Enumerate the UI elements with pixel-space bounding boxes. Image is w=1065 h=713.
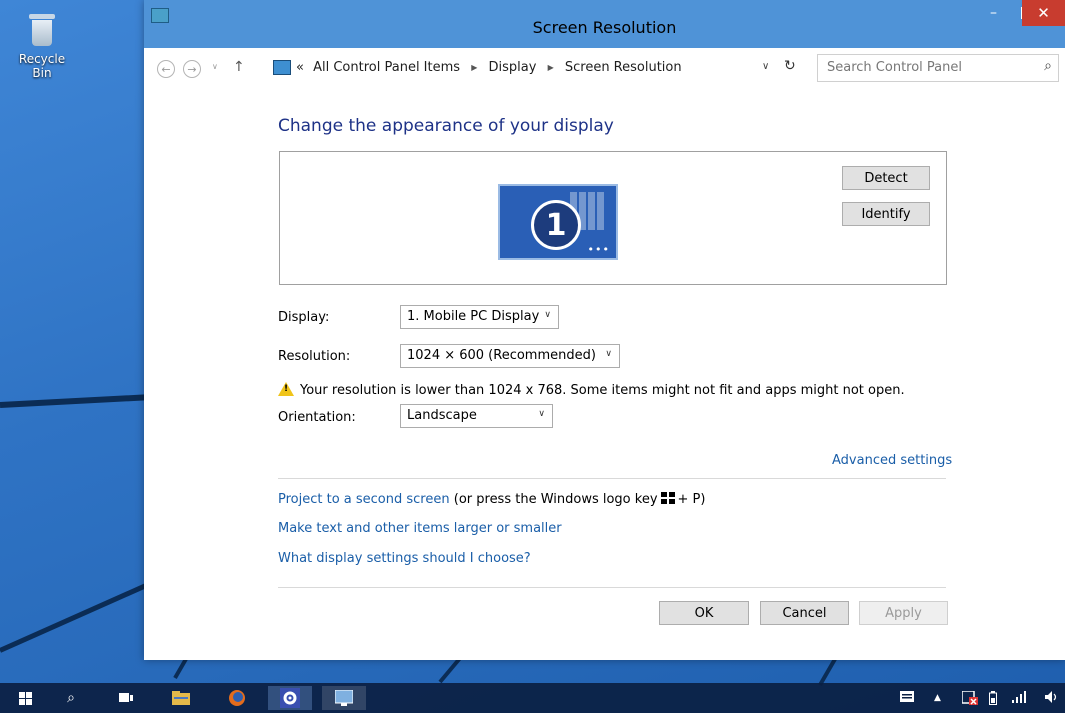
display-icon [335, 690, 353, 706]
monitor-number-badge: 1 [531, 200, 581, 250]
signal-strength-icon[interactable] [1012, 691, 1028, 706]
chevron-down-icon: ∨ [544, 310, 551, 320]
display-help-link[interactable]: What display settings should I choose? [278, 551, 531, 566]
up-button[interactable]: ↑ [233, 59, 245, 75]
project-hint-shortcut: + P) [677, 492, 706, 507]
divider [278, 587, 946, 588]
screen-resolution-window: Screen Resolution – ✕ ← → ∨ ↑ « All Cont… [144, 0, 1065, 660]
apply-button[interactable]: Apply [859, 601, 948, 625]
windows-logo-icon [18, 691, 32, 705]
desktop-streak [0, 583, 148, 653]
breadcrumb-all-control-panel-items[interactable]: All Control Panel Items [313, 60, 460, 75]
warning-text: Your resolution is lower than 1024 x 768… [300, 383, 905, 398]
breadcrumb-screen-resolution[interactable]: Screen Resolution [565, 60, 682, 75]
refresh-icon[interactable]: ↻ [784, 58, 796, 74]
advanced-settings-link[interactable]: Advanced settings [832, 453, 952, 468]
breadcrumb-separator-icon[interactable]: ▶ [548, 63, 554, 72]
recycle-bin-label: Recycle Bin [18, 52, 66, 80]
project-row: Project to a second screen (or press the… [278, 491, 705, 507]
warning-icon [278, 382, 294, 396]
detect-button[interactable]: Detect [842, 166, 930, 190]
monitor-1-tile[interactable]: 1 ••• [498, 184, 618, 260]
address-bar: ← → ∨ ↑ « All Control Panel Items ▶ Disp… [144, 54, 1065, 84]
chevron-down-icon: ∨ [538, 409, 545, 419]
show-hidden-icons-icon[interactable]: ▲ [934, 693, 941, 703]
project-hint-text: (or press the Windows logo key [453, 492, 658, 507]
close-button[interactable]: ✕ [1022, 0, 1065, 26]
taskbar-search-button[interactable]: ⌕ [60, 686, 82, 710]
start-button[interactable] [14, 686, 36, 710]
file-explorer-button[interactable] [168, 686, 194, 710]
task-view-icon [119, 693, 133, 702]
monitor-dots-icon: ••• [587, 243, 610, 256]
minimize-button[interactable]: – [977, 0, 1010, 26]
resolution-label: Resolution: [278, 349, 351, 364]
chevron-down-icon: ∨ [605, 349, 612, 359]
display-select[interactable]: 1. Mobile PC Display ∨ [400, 305, 559, 329]
title-bar[interactable]: Screen Resolution – ✕ [144, 0, 1065, 48]
forward-button[interactable]: → [183, 60, 201, 78]
resolution-select[interactable]: 1024 × 600 (Recommended) ∨ [400, 344, 620, 368]
battery-icon[interactable] [989, 691, 997, 708]
folder-icon [172, 691, 190, 705]
screen-resolution-taskbar-button[interactable] [322, 686, 366, 710]
search-placeholder: Search Control Panel [827, 60, 962, 75]
desktop-streak [0, 394, 150, 408]
window-title: Screen Resolution [532, 18, 677, 37]
breadcrumb: « All Control Panel Items ▶ Display ▶ Sc… [296, 60, 682, 75]
ok-button[interactable]: OK [659, 601, 749, 625]
task-view-button[interactable] [114, 686, 138, 710]
identify-button[interactable]: Identify [842, 202, 930, 226]
orientation-select-value: Landscape [407, 408, 477, 423]
back-button[interactable]: ← [157, 60, 175, 78]
breadcrumb-display[interactable]: Display [489, 60, 537, 75]
divider [278, 478, 946, 479]
firefox-icon [229, 690, 245, 706]
recent-locations-chevron-icon[interactable]: ∨ [212, 62, 218, 71]
network-disconnected-icon[interactable] [961, 690, 978, 708]
search-icon[interactable]: ⌕ [1044, 58, 1052, 74]
volume-icon[interactable] [1045, 691, 1059, 706]
breadcrumb-separator-icon[interactable]: ▶ [471, 63, 477, 72]
action-center-icon[interactable] [900, 691, 914, 705]
firefox-button[interactable] [224, 686, 250, 710]
display-select-value: 1. Mobile PC Display [407, 309, 540, 324]
taskbar: ⌕ ▲ [0, 683, 1065, 713]
gear-icon [280, 688, 300, 708]
recycle-bin-icon [29, 14, 55, 46]
recycle-bin-shortcut[interactable]: Recycle Bin [14, 14, 70, 80]
text-size-link[interactable]: Make text and other items larger or smal… [278, 521, 562, 536]
search-input[interactable]: Search Control Panel ⌕ [817, 54, 1059, 82]
search-icon: ⌕ [67, 690, 75, 706]
project-second-screen-link[interactable]: Project to a second screen [278, 492, 450, 507]
breadcrumb-overflow[interactable]: « [296, 60, 304, 75]
orientation-select[interactable]: Landscape ∨ [400, 404, 553, 428]
resolution-warning: Your resolution is lower than 1024 x 768… [278, 380, 905, 398]
orientation-label: Orientation: [278, 410, 356, 425]
address-dropdown-icon[interactable]: ∨ [762, 61, 769, 72]
control-panel-taskbar-button[interactable] [268, 686, 312, 710]
control-panel-icon [273, 60, 291, 75]
resolution-select-value: 1024 × 600 (Recommended) [407, 348, 596, 363]
display-label: Display: [278, 310, 330, 325]
page-title: Change the appearance of your display [278, 116, 614, 136]
cancel-button[interactable]: Cancel [760, 601, 849, 625]
windows-logo-icon [660, 492, 675, 504]
